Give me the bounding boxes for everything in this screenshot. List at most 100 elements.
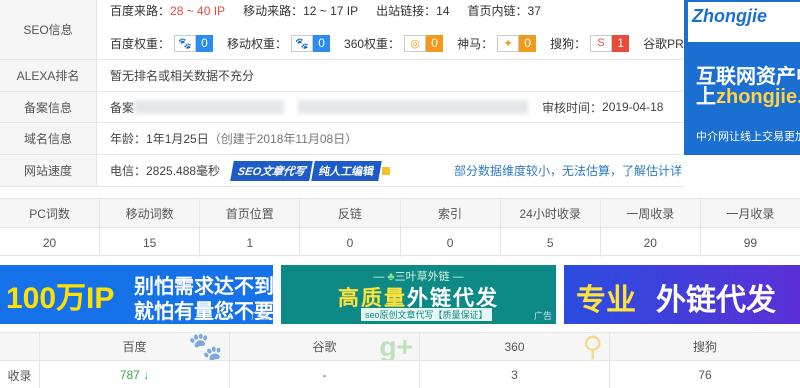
age-label: 年龄： bbox=[110, 132, 147, 146]
shenma-icon: ✦ bbox=[497, 34, 520, 52]
domain-age: 1年1月25日 bbox=[146, 132, 209, 146]
banner-backlink-ad[interactable]: — ♣三叶草外链 — 高质量外链代发 seo原创文章代写【质量保证】 广告 bbox=[281, 265, 556, 324]
stats-header-row: PC词数 移动词数 首页位置 反链 索引 24小时收录 一周收录 一月收录 bbox=[0, 199, 800, 228]
index-value-row: 收录 787 ↓ - 3 76 bbox=[0, 361, 800, 388]
index-count-table: 百度 🐾 谷歌 g+ 360 ⚲ 搜狗 收录 787 ↓ - 3 76 bbox=[0, 332, 800, 388]
banner-row: 100万IP 别怕需求达不到 就怕有量您不要 广告 — ♣三叶草外链 — 高质量… bbox=[0, 265, 800, 324]
banner-sub: seo原创文章代写【质量保证】 bbox=[361, 308, 492, 321]
speed-value: 电信：2825.488毫秒 SEO文章代写 纯人工编辑 部分数据维度较小，无法估… bbox=[110, 155, 684, 186]
seo-info-panel: SEO信息 百度来路：28 ~ 40 IP 移动来路：12 ~ 17 IP 出站链接… bbox=[0, 0, 739, 187]
stats-header: PC词数 bbox=[0, 199, 101, 227]
banner-headline: 外链代发 bbox=[656, 284, 776, 317]
stats-value[interactable]: 15 bbox=[100, 228, 201, 257]
traffic-item: 移动来路：12 ~ 17 IP bbox=[243, 3, 359, 18]
weight-value: 0 bbox=[519, 34, 537, 52]
domain-label: 域名信息 bbox=[0, 123, 97, 154]
banner-pro-backlink-ad[interactable]: 专业 外链代发 bbox=[564, 265, 800, 324]
weight-value: 0 bbox=[313, 34, 331, 52]
seo-row: SEO信息 百度来路：28 ~ 40 IP 移动来路：12 ~ 17 IP 出站链接… bbox=[0, 0, 739, 60]
stats-header: 一周收录 bbox=[601, 199, 701, 227]
so360-icon: ◎ bbox=[404, 34, 427, 52]
weight-item[interactable]: 搜狗： S 1 bbox=[550, 34, 630, 52]
paw-icon: 🐾 bbox=[174, 34, 197, 52]
weights-line: 百度权重：🐾0移动权重：🐾0360权重：◎0神马：✦0搜狗：S1谷歌PR：g+0 bbox=[110, 33, 753, 53]
ad-tag: 广告 bbox=[533, 311, 552, 321]
stats-header: 首页位置 bbox=[200, 199, 301, 227]
paw-icon: 🐾 bbox=[188, 333, 223, 360]
banner-headline: 专业 bbox=[576, 284, 636, 317]
ad-tagline: 中介网让线上交易更加安全 bbox=[696, 131, 800, 143]
alexa-row: ALEXA排名 暂无排名或相关数据不充分 bbox=[0, 60, 684, 92]
stats-header: 索引 bbox=[401, 199, 501, 227]
zhongjie-logo: Zhongjie bbox=[688, 2, 800, 42]
domain-value: 年龄： 1年1月25日 （创建于2018年11月08日） bbox=[110, 123, 684, 154]
traffic-line: 百度来路：28 ~ 40 IP 移动来路：12 ~ 17 IP 出站链接：14 首页内… bbox=[110, 0, 559, 20]
weight-value: 0 bbox=[426, 34, 444, 52]
search-icon: ⚲ bbox=[582, 333, 603, 360]
ad-tag: 广告 bbox=[250, 311, 269, 321]
index-google-value: - bbox=[230, 361, 420, 388]
speed-note-link[interactable]: 部分数据维度较小，无法估算，了解估计详 bbox=[454, 162, 682, 179]
beian-row: 备案信息 备案 审核时间： 2019-04-18 bbox=[0, 92, 684, 123]
weight-item[interactable]: 百度权重： 🐾 0 bbox=[110, 34, 214, 52]
speed-label: 网站速度 bbox=[0, 155, 97, 186]
redacted-block bbox=[298, 100, 529, 114]
zhongjie-ad[interactable]: Zhongjie 互联网资产中 上zhongjie.c 中介网让线上交易更加安全 bbox=[684, 0, 800, 155]
index-row-label: 收录 bbox=[0, 361, 40, 388]
stats-value[interactable]: 99 bbox=[701, 228, 800, 257]
seo-writing-badge[interactable]: SEO文章代写 纯人工编辑 bbox=[230, 160, 391, 181]
weight-item[interactable]: 移动权重： 🐾 0 bbox=[227, 34, 331, 52]
index-header-360: 360 ⚲ bbox=[420, 333, 610, 360]
audit-label: 审核时间： bbox=[542, 100, 603, 115]
stats-value[interactable]: 20 bbox=[601, 228, 701, 257]
beian-value: 备案 审核时间： 2019-04-18 bbox=[110, 92, 684, 122]
ad-brand-line: 上zhongjie.c bbox=[696, 86, 800, 108]
redacted-block bbox=[134, 100, 285, 114]
stats-value[interactable]: 20 bbox=[0, 228, 101, 257]
badge-seo-writing: SEO文章代写 bbox=[230, 160, 314, 181]
stats-value-row: 20 15 1 0 0 5 20 99 bbox=[0, 228, 800, 257]
stats-header: 24小时收录 bbox=[501, 199, 601, 227]
stats-value[interactable]: 0 bbox=[300, 228, 401, 257]
stats-header: 一月收录 bbox=[726, 206, 775, 221]
index-360-value: 3 bbox=[420, 361, 610, 388]
weight-item[interactable]: 神马： ✦ 0 bbox=[457, 34, 537, 52]
weight-value: 1 bbox=[612, 34, 630, 52]
domain-created: （创建于2018年11月08日） bbox=[208, 132, 358, 146]
alexa-label: ALEXA排名 bbox=[0, 60, 97, 91]
index-header-blank bbox=[0, 333, 40, 360]
weight-item[interactable]: 360权重： ◎ 0 bbox=[344, 34, 444, 52]
google-plus-icon: g+ bbox=[379, 333, 413, 360]
speed-row: 网站速度 电信：2825.488毫秒 SEO文章代写 纯人工编辑 部分数据维度较… bbox=[0, 155, 684, 187]
stats-value[interactable]: 5 bbox=[501, 228, 601, 257]
domain-row: 域名信息 年龄： 1年1月25日 （创建于2018年11月08日） bbox=[0, 123, 684, 155]
banner-traffic-ad[interactable]: 100万IP 别怕需求达不到 就怕有量您不要 广告 bbox=[0, 265, 273, 324]
index-header-google: 谷歌 g+ bbox=[230, 333, 420, 360]
traffic-item: 首页内链：37 bbox=[467, 3, 541, 18]
traffic-item: 百度来路：28 ~ 40 IP bbox=[110, 3, 226, 18]
index-header-baidu: 百度 🐾 bbox=[40, 333, 230, 360]
paw-icon: 🐾 bbox=[291, 34, 314, 52]
stats-header: 反链 bbox=[300, 199, 401, 227]
speed-text: 电信：2825.488毫秒 bbox=[110, 164, 221, 178]
sogou-icon: S bbox=[590, 34, 613, 52]
beian-prefix: 备案 bbox=[110, 100, 135, 115]
seo-label: SEO信息 bbox=[0, 0, 97, 59]
flag-icon bbox=[382, 166, 391, 175]
stats-header: 移动词数 bbox=[100, 199, 201, 227]
down-arrow-icon: ↓ bbox=[143, 368, 150, 382]
beian-label: 备案信息 bbox=[0, 92, 97, 122]
index-sogou-value: 76 bbox=[698, 368, 712, 382]
traffic-item: 出站链接：14 bbox=[376, 3, 450, 18]
stats-value[interactable]: 0 bbox=[401, 228, 501, 257]
badge-manual-edit: 纯人工编辑 bbox=[311, 160, 383, 181]
weight-value: 0 bbox=[196, 34, 214, 52]
index-header-sogou: 搜狗 bbox=[692, 340, 717, 354]
alexa-value: 暂无排名或相关数据不充分 bbox=[110, 69, 255, 83]
stats-value[interactable]: 1 bbox=[200, 228, 301, 257]
audit-date: 2019-04-18 bbox=[602, 100, 664, 114]
banner-headline: 100万IP bbox=[6, 282, 115, 315]
index-baidu-value[interactable]: 787 ↓ bbox=[40, 361, 230, 388]
index-header-row: 百度 🐾 谷歌 g+ 360 ⚲ 搜狗 bbox=[0, 333, 800, 361]
keyword-stats-table: PC词数 移动词数 首页位置 反链 索引 24小时收录 一周收录 一月收录 20 15 1 0 0 5 2… bbox=[0, 198, 800, 257]
